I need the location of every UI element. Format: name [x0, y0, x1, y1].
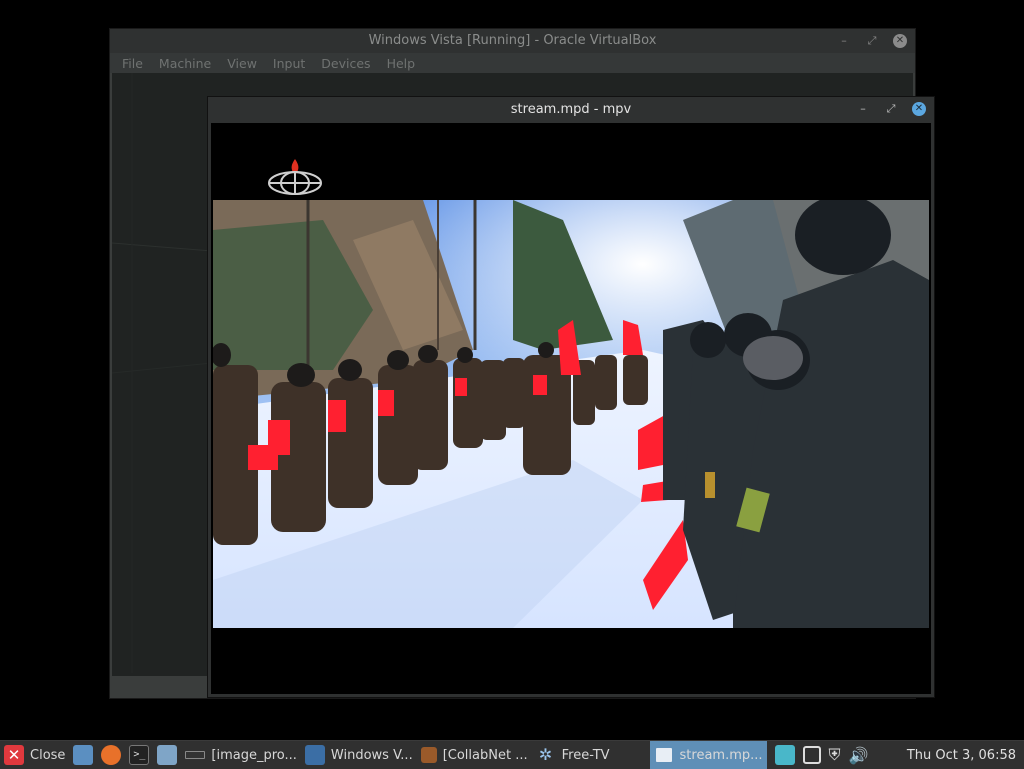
taskbar: ✕ Close >_ [image_pro... Windows V... [C…	[0, 740, 1024, 769]
mpv-title: stream.mpd - mpv	[510, 102, 632, 117]
menu-machine[interactable]: Machine	[159, 56, 211, 71]
close-x-icon: ✕	[4, 745, 24, 765]
tray-removable[interactable]	[799, 741, 825, 769]
task-label: Windows V...	[330, 747, 413, 763]
task-label: [CollabNet ...	[442, 747, 528, 763]
clock[interactable]: Thu Oct 3, 06:58	[907, 748, 1016, 763]
task-stream-mpd[interactable]: stream.mp...	[649, 741, 767, 769]
minimize-button[interactable]: –	[856, 102, 870, 116]
video-frame	[213, 200, 929, 628]
menu-input[interactable]: Input	[273, 56, 305, 71]
firefox-launcher[interactable]	[97, 741, 125, 769]
terminal-launcher[interactable]: >_	[125, 741, 153, 769]
desktop-icon	[73, 745, 94, 765]
virtualbox-window-controls: – ⤢ ✕	[837, 29, 907, 53]
terminal-icon	[185, 751, 206, 759]
network-icon	[774, 745, 795, 765]
close-button[interactable]: ✕	[893, 34, 907, 48]
virtualbox-menubar: File Machine View Input Devices Help	[110, 53, 915, 73]
virtualbox-icon	[304, 745, 325, 765]
menu-file[interactable]: File	[122, 56, 143, 71]
close-panel-button[interactable]: ✕ Close	[0, 741, 69, 769]
task-image-pro[interactable]: [image_pro...	[181, 741, 301, 769]
task-label: Free-TV	[561, 747, 610, 763]
mpv-titlebar[interactable]: stream.mpd - mpv – ⤢ ✕	[208, 97, 934, 123]
menu-devices[interactable]: Devices	[321, 56, 370, 71]
files-launcher[interactable]	[153, 741, 181, 769]
gear-icon: ✲	[538, 745, 553, 764]
app-icon	[420, 747, 437, 763]
task-free-tv[interactable]: ✲ Free-TV	[532, 741, 614, 769]
show-desktop-button[interactable]	[69, 741, 97, 769]
tray-shield[interactable]: ⛨	[825, 741, 845, 769]
terminal-icon: >_	[129, 745, 150, 765]
tray-volume[interactable]: 🔊	[845, 741, 873, 769]
maximize-button[interactable]: ⤢	[865, 34, 879, 48]
menu-view[interactable]: View	[227, 56, 257, 71]
task-label: [image_pro...	[211, 747, 297, 763]
channel-logo-icon	[268, 159, 322, 195]
video-area[interactable]	[211, 123, 931, 694]
close-label: Close	[30, 747, 66, 763]
volume-icon: 🔊	[848, 745, 869, 765]
minimize-button[interactable]: –	[837, 34, 851, 48]
virtualbox-titlebar[interactable]: Windows Vista [Running] - Oracle Virtual…	[110, 29, 915, 53]
shield-icon: ⛨	[828, 745, 841, 764]
task-label: stream.mp...	[679, 747, 763, 763]
task-windows-vista[interactable]: Windows V...	[301, 741, 417, 769]
mpv-icon	[653, 746, 674, 764]
device-icon	[802, 746, 821, 764]
mpv-window-controls: – ⤢ ✕	[856, 97, 926, 121]
maximize-button[interactable]: ⤢	[884, 102, 898, 116]
folder-icon	[157, 745, 178, 765]
close-button[interactable]: ✕	[912, 102, 926, 116]
task-collabnet[interactable]: [CollabNet ...	[417, 741, 532, 769]
virtualbox-title: Windows Vista [Running] - Oracle Virtual…	[368, 33, 657, 48]
tray-network[interactable]	[771, 741, 799, 769]
mpv-window: stream.mpd - mpv – ⤢ ✕	[208, 97, 934, 697]
firefox-icon	[101, 745, 122, 765]
menu-help[interactable]: Help	[387, 56, 416, 71]
